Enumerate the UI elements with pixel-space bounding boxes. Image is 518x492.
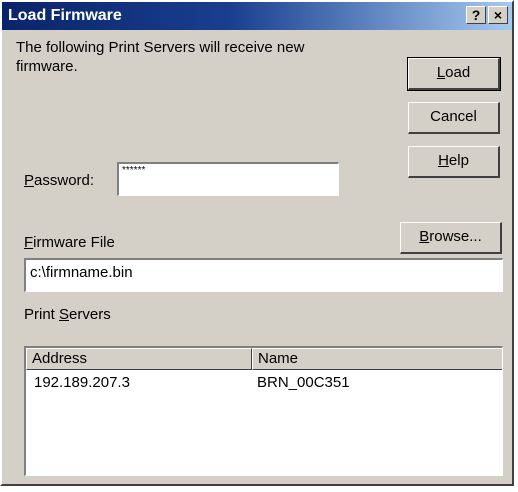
firmware-file-field[interactable]: c:\firmname.bin <box>24 258 503 292</box>
column-header-address[interactable]: Address <box>26 348 252 370</box>
print-servers-label: Print Servers <box>24 306 111 323</box>
password-field[interactable]: ****** <box>117 162 339 196</box>
list-item-name: BRN_00C351 <box>257 374 350 391</box>
load-button[interactable]: Load <box>407 57 501 91</box>
title-bar: Load Firmware ? × <box>2 2 512 30</box>
description-line-2: firmware. <box>16 58 78 75</box>
help-button[interactable]: Help <box>408 146 500 178</box>
load-firmware-dialog: Load Firmware ? × The following Print Se… <box>0 0 514 486</box>
password-label: Password: <box>24 172 95 189</box>
firmware-file-value: c:\firmname.bin <box>30 264 133 281</box>
close-icon[interactable]: × <box>488 6 508 24</box>
description-line-1: The following Print Servers will receive… <box>16 39 305 56</box>
print-servers-list[interactable]: Address Name 192.189.207.3 BRN_00C351 <box>24 346 503 476</box>
list-header: Address Name <box>26 348 502 370</box>
cancel-button[interactable]: Cancel <box>408 102 500 134</box>
firmware-file-label: Firmware File <box>24 234 115 251</box>
password-value: ****** <box>122 165 146 176</box>
browse-button[interactable]: Browse... <box>400 222 502 254</box>
dialog-title: Load Firmware <box>8 7 122 24</box>
list-item-address: 192.189.207.3 <box>34 374 130 391</box>
column-header-name[interactable]: Name <box>252 348 502 370</box>
help-icon[interactable]: ? <box>466 6 486 24</box>
